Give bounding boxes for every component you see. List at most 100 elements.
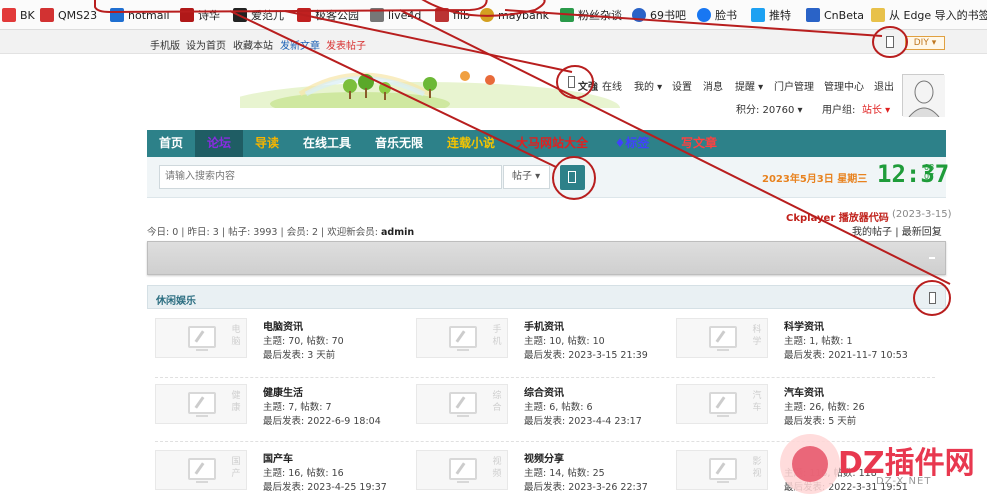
nav-guide[interactable]: 导读 [243,130,291,157]
search-type-select[interactable]: 帖子 ▾ [503,165,550,189]
latest-replies-link[interactable]: 最新回复 [902,227,942,238]
forum-name[interactable]: 国产车 [263,450,293,465]
portal-admin-link[interactable]: 门户管理 [774,78,814,93]
diy-button[interactable]: DIY ▾ [905,36,945,50]
favorite-link[interactable]: 收藏本站 [233,37,273,52]
collapsed-panel[interactable] [147,241,946,275]
collapse-icon[interactable] [929,257,935,259]
monitor-edit-icon [188,458,216,480]
bookmark-flib[interactable]: flib [435,7,470,23]
mobile-link[interactable]: 手机版 [150,37,180,52]
bookmark-live4d[interactable]: live4d [370,7,421,23]
forum-name[interactable]: 汽车资讯 [784,384,824,399]
section-title[interactable]: 休闲娱乐 [156,292,196,307]
forum-last-post[interactable]: 最后发表: 3 天前 [263,347,335,361]
forum-item[interactable]: 手机 手机资讯 主题: 10, 帖数: 10 最后发表: 2023-3-15 21:3… [416,318,666,378]
cnbeta-icon [806,8,820,22]
forum-last-post[interactable]: 最后发表: 2023-3-26 22:37 [524,479,648,493]
points-menu[interactable]: 积分: 20760 ▾ [736,101,803,116]
folder-icon [871,8,885,22]
forum-last-post[interactable]: 最后发表: 2023-4-4 23:17 [524,413,642,427]
forum-last-post[interactable]: 最后发表: 2023-3-15 21:39 [524,347,648,361]
admin-center-link[interactable]: 管理中心 [824,78,864,93]
forum-last-post[interactable]: 最后发表: 5 天前 [784,413,856,427]
clock-small: 08 07 [924,163,935,181]
bookmark-fensi[interactable]: 粉丝杂谈 [560,7,622,23]
settings-link[interactable]: 设置 [672,78,692,93]
forum-name[interactable]: 科学资讯 [784,318,824,333]
nav-tools[interactable]: 在线工具 [291,130,363,157]
forum-item[interactable]: 科学 科学资讯 主题: 1, 帖数: 1 最后发表: 2021-11-7 10:53 [676,318,926,378]
remind-menu[interactable]: 提醒 ▾ [735,78,763,93]
bookmark-facebook[interactable]: 脸书 [697,7,737,23]
forum-thumbnail[interactable]: 视频 [416,450,508,490]
bookmark-69shu[interactable]: 69书吧 [632,7,686,23]
bookmark-geekpark[interactable]: 极客公园 [297,7,359,23]
forum-thumbnail[interactable]: 影视 [676,450,768,490]
forum-name[interactable]: 电脑资讯 [263,318,303,333]
forum-item[interactable]: 综合 综合资讯主题: 6, 帖数: 6 最后发表: 2023-4-4 23:17 [416,384,666,444]
forum-thumbnail[interactable]: 科学 [676,318,768,358]
forum-name[interactable]: 健康生活 [263,384,303,399]
online-status: 在线 [602,82,622,93]
mine-menu[interactable]: 我的 ▾ [634,78,662,93]
forum-thumbnail[interactable]: 手机 [416,318,508,358]
forum-item[interactable]: 健康 健康生活 主题: 7, 帖数: 7 最后发表: 2022-6-9 18:04 [155,384,405,444]
bookmark-bk[interactable]: BK [2,7,35,23]
search-button[interactable] [560,165,585,190]
forum-thumbnail[interactable]: 汽车 [676,384,768,424]
nav-music[interactable]: 音乐无限 [363,130,435,157]
bookmark-cnbeta[interactable]: CnBeta [806,7,864,23]
forum-name[interactable]: 视频分享 [524,450,564,465]
user-group-value[interactable]: 站长 ▾ [862,101,890,116]
bookmark-shihua[interactable]: 诗华 [180,7,220,23]
placeholder-icon[interactable] [929,292,936,304]
site-top-strip: 手机版 设为首页 收藏本站 发新文章 发表帖子 DIY ▾ [0,30,987,54]
bookmark-hotmail[interactable]: hotmail [110,7,170,23]
username-link[interactable]: 文強 [578,78,598,93]
search-input[interactable]: 请输入搜索内容 [159,165,502,189]
logout-link[interactable]: 退出 [874,78,894,93]
placeholder-icon[interactable] [886,36,894,48]
nav-forum[interactable]: 论坛 [195,130,243,157]
nav-tags[interactable]: ♦标签 [597,130,667,157]
forum-item[interactable]: 电脑 电脑资讯 主题: 70, 帖数: 70 最后发表: 3 天前 [155,318,405,378]
notice-link[interactable]: Ckplayer 播放器代码 [786,209,889,224]
forum-name[interactable]: 手机资讯 [524,318,564,333]
forum-stats: 主题: 6, 帖数: 6 [524,402,593,413]
new-post-link[interactable]: 发新文章 [280,37,320,52]
row-divider [155,377,935,378]
forum-last-post[interactable]: 最后发表: 2023-4-25 19:37 [263,479,387,493]
forum-last-post[interactable]: 最后发表: 2022-6-9 18:04 [263,413,381,427]
forum-deco-text: 综合 [492,391,502,413]
messages-link[interactable]: 消息 [703,78,723,93]
tag-icon: ♦ [614,136,626,150]
forum-thumbnail[interactable]: 健康 [155,384,247,424]
forum-thumbnail[interactable]: 综合 [416,384,508,424]
bookmark-maybank[interactable]: maybank [480,7,549,23]
monitor-stand [196,349,208,351]
nav-novel[interactable]: 连载小说 [435,130,507,157]
bookmark-qms23[interactable]: QMS23 [40,7,97,23]
outlook-icon [110,8,124,22]
new-thread-link[interactable]: 发表帖子 [326,37,366,52]
forum-name[interactable]: 综合资讯 [524,384,564,399]
nav-write[interactable]: 写文章 [667,130,731,157]
my-posts-link[interactable]: 我的帖子 [852,227,892,238]
forum-thumbnail[interactable]: 国产 [155,450,247,490]
forum-last-post[interactable]: 最后发表: 2021-11-7 10:53 [784,347,908,361]
set-home-link[interactable]: 设为首页 [186,37,226,52]
maybank-icon [480,8,494,22]
bookmark-twitter[interactable]: 推特 [751,7,791,23]
newest-member-link[interactable]: admin [381,227,414,238]
avatar[interactable] [902,74,945,118]
bookmark-edge-folder[interactable]: 从 Edge 导入的书签 [871,7,987,23]
bookmarks-bar: BK QMS23 hotmail 诗华 爱范儿 极客公园 live4d flib… [0,0,987,30]
forum-deco-text: 视频 [492,457,502,479]
forum-item[interactable]: 国产 国产车 主题: 16, 帖数: 16 最后发表: 2023-4-25 19:37 [155,450,405,499]
forum-thumbnail[interactable]: 电脑 [155,318,247,358]
bookmark-ifanr[interactable]: 爱范儿 [233,7,284,23]
forum-item[interactable]: 视频 视频分享 主题: 14, 帖数: 25 最后发表: 2023-3-26 22:3… [416,450,666,499]
nav-home[interactable]: 首页 [147,130,195,157]
nav-sites[interactable]: 大马网站大全 [507,130,597,157]
